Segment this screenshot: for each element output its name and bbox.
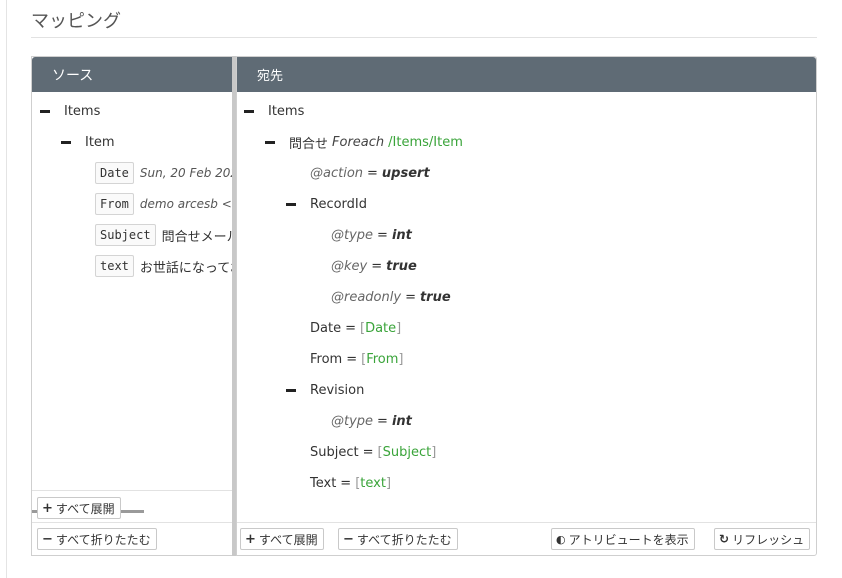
collapse-minus-icon[interactable] — [286, 388, 296, 392]
attr-value: int — [391, 413, 412, 429]
title-divider — [31, 37, 817, 38]
dest-node-recordid[interactable]: RecordId — [286, 192, 367, 216]
dest-field-from[interactable]: From = [From] — [310, 347, 404, 371]
page-title: マッピング — [31, 11, 121, 32]
refresh-icon: ↻ — [719, 532, 730, 546]
source-node-items[interactable]: Items — [40, 99, 100, 123]
field-value: demo arcesb <a — [139, 197, 232, 211]
page-left-border — [6, 0, 7, 578]
field-tag[interactable]: From — [95, 193, 134, 215]
field-value: お世話になってお — [139, 260, 232, 276]
attr-name: @type — [331, 413, 374, 429]
destination-panel: 宛先 Items 問合せ Foreach /Items/Item @action… — [236, 56, 817, 556]
mapping-value[interactable]: text — [360, 476, 386, 491]
node-label: 問合せ — [289, 136, 329, 152]
source-expand-all-button[interactable]: + すべて展開 — [37, 497, 121, 519]
source-node-item[interactable]: Item — [61, 130, 115, 154]
dest-collapse-all-button[interactable]: − すべて折りたたむ — [338, 528, 458, 550]
source-collapse-all-button[interactable]: − すべて折りたたむ — [37, 528, 157, 550]
node-label: Revision — [310, 382, 365, 398]
node-label: Items — [64, 103, 101, 119]
source-field-date[interactable]: Date Sun, 20 Feb 202 — [95, 161, 232, 185]
field-label: Date — [310, 320, 342, 336]
button-label: すべて展開 — [55, 501, 115, 516]
dest-node-inquiry[interactable]: 問合せ Foreach /Items/Item — [265, 130, 463, 154]
destination-panel-header: 宛先 — [237, 57, 816, 92]
dest-node-revision[interactable]: Revision — [286, 378, 364, 402]
field-tag[interactable]: text — [95, 255, 134, 277]
collapse-minus-icon[interactable] — [244, 109, 254, 113]
mapping-value[interactable]: Date — [365, 321, 396, 336]
minus-icon: − — [42, 531, 53, 547]
source-panel-title: ソース — [52, 67, 94, 84]
minus-icon: − — [343, 531, 354, 547]
toggle-icon: ◐ — [556, 532, 566, 546]
plus-icon: + — [245, 531, 256, 547]
collapse-minus-icon[interactable] — [40, 109, 50, 113]
field-value: Sun, 20 Feb 202 — [139, 166, 232, 180]
attr-name: @key — [331, 258, 368, 274]
button-label: リフレッシュ — [732, 532, 805, 547]
dest-attr-action[interactable]: @action = upsert — [310, 161, 430, 185]
dest-attr-revision-type[interactable]: @type = int — [331, 409, 412, 433]
button-label: すべて展開 — [258, 532, 318, 547]
destination-footer-divider — [237, 522, 816, 523]
button-label: すべて折りたたむ — [55, 532, 151, 547]
foreach-keyword: Foreach — [332, 134, 385, 150]
mapping-value[interactable]: Subject — [383, 445, 432, 460]
dest-attr-recordid-type[interactable]: @type = int — [331, 223, 412, 247]
attr-name: @action — [310, 165, 364, 181]
refresh-button[interactable]: ↻ リフレッシュ — [714, 528, 811, 550]
foreach-path[interactable]: /Items/Item — [388, 135, 463, 150]
source-tree: Items Item Date Sun, 20 Feb 202 From dem… — [32, 92, 232, 492]
attr-value: int — [391, 227, 412, 243]
node-label: Items — [268, 103, 305, 119]
collapse-minus-icon[interactable] — [265, 140, 275, 144]
destination-panel-title: 宛先 — [257, 69, 284, 84]
attr-value: upsert — [381, 165, 430, 181]
node-label: Item — [85, 134, 115, 150]
show-attributes-button[interactable]: ◐ アトリビュートを表示 — [551, 528, 695, 550]
field-value: 問合せメール — [161, 229, 232, 245]
dest-expand-all-button[interactable]: + すべて展開 — [240, 528, 324, 550]
source-panel-header: ソース — [32, 57, 232, 92]
attr-name: @type — [331, 227, 374, 243]
dest-attr-recordid-key[interactable]: @key = true — [331, 254, 417, 278]
field-tag[interactable]: Subject — [95, 224, 156, 246]
collapse-minus-icon[interactable] — [61, 140, 71, 144]
dest-field-text[interactable]: Text = [text] — [310, 471, 391, 495]
attr-name: @readonly — [331, 289, 402, 305]
mapping-value[interactable]: From — [366, 352, 398, 367]
source-footer-divider-2 — [32, 522, 232, 523]
field-label: Subject — [310, 444, 359, 460]
source-field-from[interactable]: From demo arcesb <a — [95, 192, 232, 216]
button-label: すべて折りたたむ — [356, 532, 452, 547]
collapse-minus-icon[interactable] — [286, 202, 296, 206]
plus-icon: + — [42, 500, 53, 516]
dest-field-date[interactable]: Date = [Date] — [310, 316, 401, 340]
field-tag[interactable]: Date — [95, 162, 134, 184]
dest-node-items[interactable]: Items — [244, 99, 304, 123]
field-label: Text — [310, 475, 337, 491]
node-label: RecordId — [310, 196, 368, 212]
source-footer-divider — [32, 490, 232, 491]
source-field-subject[interactable]: Subject 問合せメール — [95, 223, 232, 247]
dest-field-subject[interactable]: Subject = [Subject] — [310, 440, 436, 464]
dest-attr-recordid-readonly[interactable]: @readonly = true — [331, 285, 451, 309]
source-field-text[interactable]: text お世話になってお — [95, 254, 232, 278]
field-label: From — [310, 351, 343, 367]
attr-value: true — [419, 289, 451, 305]
button-label: アトリビュートを表示 — [568, 532, 689, 547]
source-panel: ソース Items Item Date Sun, 20 Feb 202 From… — [31, 56, 233, 556]
attr-value: true — [386, 258, 417, 274]
